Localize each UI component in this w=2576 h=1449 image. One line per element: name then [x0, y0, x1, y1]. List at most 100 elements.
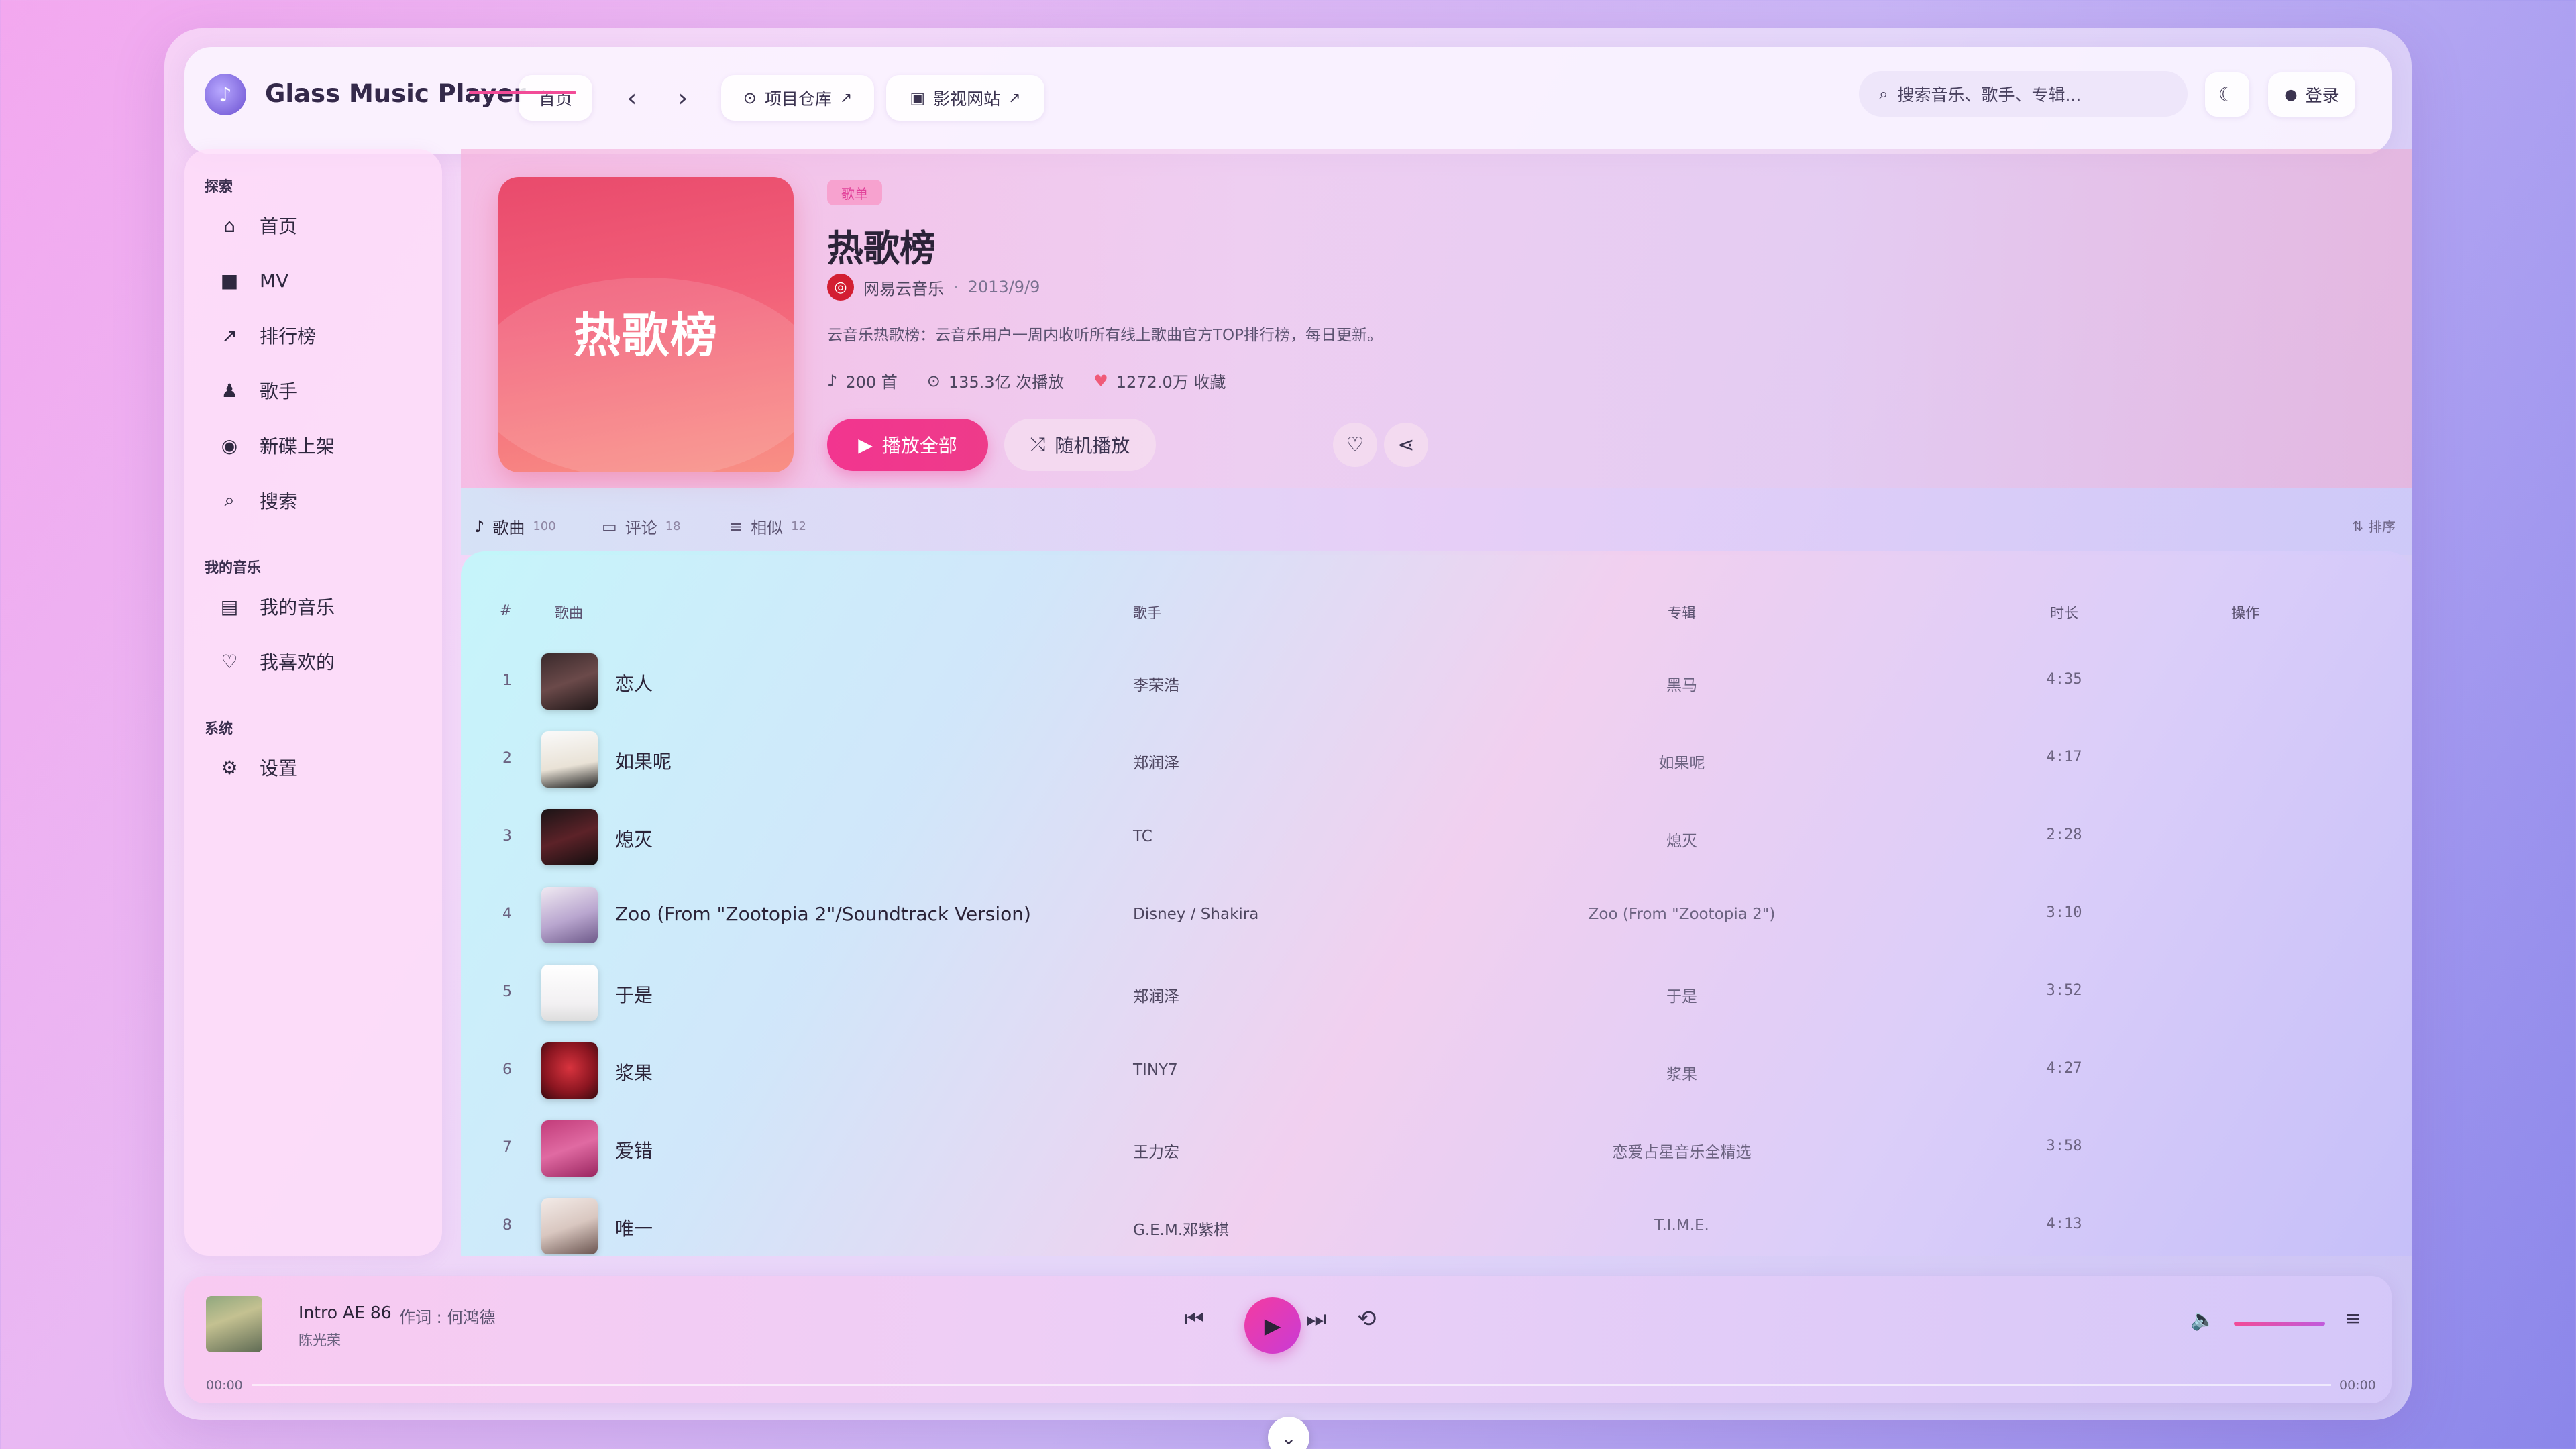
- play-pause-button[interactable]: ▶: [1244, 1297, 1301, 1354]
- song-album[interactable]: 黑马: [1561, 672, 1803, 695]
- song-name[interactable]: 唯一: [615, 1214, 653, 1241]
- playlist-stats: ♪ 200 首 ⊙ 135.3亿 次播放 ♥ 1272.0万 收藏: [827, 369, 1226, 392]
- song-album[interactable]: 恋爱占星音乐全精选: [1561, 1139, 1803, 1162]
- song-artist[interactable]: 王力宏: [1133, 1139, 1179, 1162]
- favorite-button[interactable]: ♡: [1333, 423, 1377, 467]
- table-row[interactable]: 8 唯一 G.E.M.邓紫棋 T.I.M.E. 4:13: [461, 1187, 2412, 1256]
- disc-icon: ◉: [221, 434, 238, 457]
- now-playing-artist: 陈光荣: [299, 1332, 341, 1348]
- song-artist[interactable]: Disney / Shakira: [1133, 906, 1258, 923]
- now-playing-lyric: 作词 : 何鸿德: [399, 1308, 496, 1327]
- table-row[interactable]: 7 爱错 王力宏 恋爱占星音乐全精选 3:58: [461, 1110, 2412, 1187]
- song-artist[interactable]: TINY7: [1133, 1061, 1178, 1079]
- song-album[interactable]: T.I.M.E.: [1561, 1217, 1803, 1234]
- playlist-creator: ◎ 网易云音乐 · 2013/9/9: [827, 274, 1040, 301]
- creator-name[interactable]: 网易云音乐: [863, 276, 944, 299]
- heart-icon: ♡: [1346, 433, 1364, 457]
- chevron-right-icon[interactable]: ›: [666, 78, 700, 118]
- song-album[interactable]: 浆果: [1561, 1061, 1803, 1084]
- tab-comments[interactable]: ▭ 评论 18: [602, 515, 681, 538]
- home-button[interactable]: 首页: [519, 75, 592, 121]
- table-row[interactable]: 2 如果呢 郑润泽 如果呢 4:17: [461, 720, 2412, 798]
- table-row[interactable]: 1 恋人 李荣浩 黑马 4:35: [461, 643, 2412, 720]
- sidebar-item-label: 我喜欢的: [260, 651, 335, 674]
- song-album[interactable]: 熄灭: [1561, 828, 1803, 851]
- shuffle-button[interactable]: ⤮ 随机播放: [1004, 419, 1156, 471]
- song-name[interactable]: Zoo (From "Zootopia 2"/Soundtrack Versio…: [615, 903, 1031, 925]
- volume-icon[interactable]: 🔈: [2190, 1308, 2215, 1332]
- next-icon[interactable]: ⏭: [1306, 1305, 1327, 1332]
- sort-icon: ⇅: [2352, 517, 2363, 534]
- song-cover: [541, 653, 598, 710]
- table-row[interactable]: 5 于是 郑润泽 于是 3:52: [461, 954, 2412, 1032]
- progress-bar[interactable]: [252, 1384, 2331, 1386]
- song-album[interactable]: Zoo (From "Zootopia 2"): [1561, 906, 1803, 923]
- sidebar-item-new-albums[interactable]: ◉ 新碟上架: [217, 425, 335, 466]
- song-name[interactable]: 爱错: [615, 1136, 653, 1163]
- external-link-icon: ↗: [1008, 89, 1021, 107]
- song-artist[interactable]: G.E.M.邓紫棋: [1133, 1217, 1229, 1240]
- song-artist[interactable]: 郑润泽: [1133, 983, 1179, 1006]
- song-artist[interactable]: 郑润泽: [1133, 750, 1179, 773]
- sidebar-item-mv[interactable]: ■ MV: [217, 260, 289, 301]
- sidebar-item-singers[interactable]: ♟ 歌手: [217, 370, 297, 411]
- sidebar-item-charts[interactable]: ↗ 排行榜: [217, 315, 316, 356]
- repo-link-button[interactable]: ⊙ 项目仓库 ↗: [721, 75, 874, 121]
- song-duration: 3:58: [2046, 1138, 2082, 1155]
- song-duration: 4:27: [2046, 1060, 2082, 1077]
- sidebar-item-liked[interactable]: ♡ 我喜欢的: [217, 641, 335, 682]
- sort-button[interactable]: ⇅ 排序: [2352, 516, 2396, 535]
- chevron-left-icon[interactable]: ‹: [615, 78, 649, 118]
- share-icon: ⋖: [1397, 433, 1415, 457]
- song-name[interactable]: 如果呢: [615, 747, 672, 774]
- repeat-icon[interactable]: ⟲: [1357, 1305, 1377, 1332]
- search-input[interactable]: ⌕ 搜索音乐、歌手、专辑...: [1859, 71, 2188, 117]
- previous-icon[interactable]: ⏮: [1184, 1305, 1205, 1332]
- song-cover: [541, 1042, 598, 1099]
- table-row[interactable]: 4 Zoo (From "Zootopia 2"/Soundtrack Vers…: [461, 876, 2412, 954]
- sidebar-item-home[interactable]: ⌂ 首页: [217, 205, 297, 246]
- play-all-button[interactable]: ▶ 播放全部: [827, 419, 988, 471]
- now-playing-cover[interactable]: [206, 1296, 262, 1352]
- sidebar-item-my-music[interactable]: ▤ 我的音乐: [217, 586, 335, 627]
- video-link-button[interactable]: ▣ 影视网站 ↗: [886, 75, 1044, 121]
- table-row[interactable]: 6 浆果 TINY7 浆果 4:27: [461, 1032, 2412, 1110]
- moon-icon: ☾: [2218, 83, 2237, 107]
- song-name[interactable]: 于是: [615, 981, 653, 1008]
- tab-similar[interactable]: ≡ 相似 12: [729, 515, 806, 538]
- playlist-queue-icon[interactable]: ≡: [2345, 1307, 2361, 1330]
- song-album[interactable]: 于是: [1561, 983, 1803, 1006]
- sidebar-item-settings[interactable]: ⚙ 设置: [217, 747, 297, 788]
- now-playing-title: Intro AE 86: [299, 1303, 392, 1322]
- search-placeholder: 搜索音乐、歌手、专辑...: [1897, 85, 2082, 105]
- tab-songs[interactable]: ♪ 歌曲 100: [474, 515, 556, 538]
- cover-text: 热歌榜: [574, 308, 718, 363]
- sidebar-item-search[interactable]: ⌕ 搜索: [217, 480, 297, 521]
- login-button[interactable]: ● 登录: [2268, 72, 2355, 117]
- sidebar-item-label: 我的音乐: [260, 596, 335, 619]
- volume-slider[interactable]: [2234, 1322, 2325, 1326]
- top-bar: ♪ Glass Music Player 首页 ‹ › ⊙ 项目仓库 ↗ ▣ 影…: [184, 47, 2392, 154]
- col-num: #: [500, 602, 512, 619]
- song-name[interactable]: 恋人: [615, 669, 653, 696]
- active-tab-indicator: [469, 91, 576, 94]
- external-link-icon: ↗: [839, 89, 853, 107]
- playlist-tag: 歌单: [827, 180, 882, 205]
- collapse-button[interactable]: ⌄: [1268, 1417, 1309, 1449]
- song-duration: 3:10: [2046, 904, 2082, 921]
- song-artist[interactable]: TC: [1133, 828, 1152, 845]
- share-button[interactable]: ⋖: [1384, 423, 1428, 467]
- table-row[interactable]: 3 熄灭 TC 熄灭 2:28: [461, 798, 2412, 876]
- song-artist[interactable]: 李荣浩: [1133, 672, 1179, 695]
- song-name[interactable]: 浆果: [615, 1059, 653, 1085]
- song-cover: [541, 1120, 598, 1177]
- song-album[interactable]: 如果呢: [1561, 750, 1803, 773]
- login-label: 登录: [2305, 86, 2339, 105]
- song-name[interactable]: 熄灭: [615, 825, 653, 852]
- col-album: 专辑: [1668, 605, 1696, 621]
- theme-toggle-button[interactable]: ☾: [2205, 72, 2249, 117]
- repo-link-label: 项目仓库: [764, 89, 832, 109]
- sidebar-item-label: 排行榜: [260, 325, 317, 347]
- song-duration: 2:28: [2046, 826, 2082, 843]
- playlist-description: 云音乐热歌榜：云音乐用户一周内收听所有线上歌曲官方TOP排行榜，每日更新。: [827, 327, 1383, 344]
